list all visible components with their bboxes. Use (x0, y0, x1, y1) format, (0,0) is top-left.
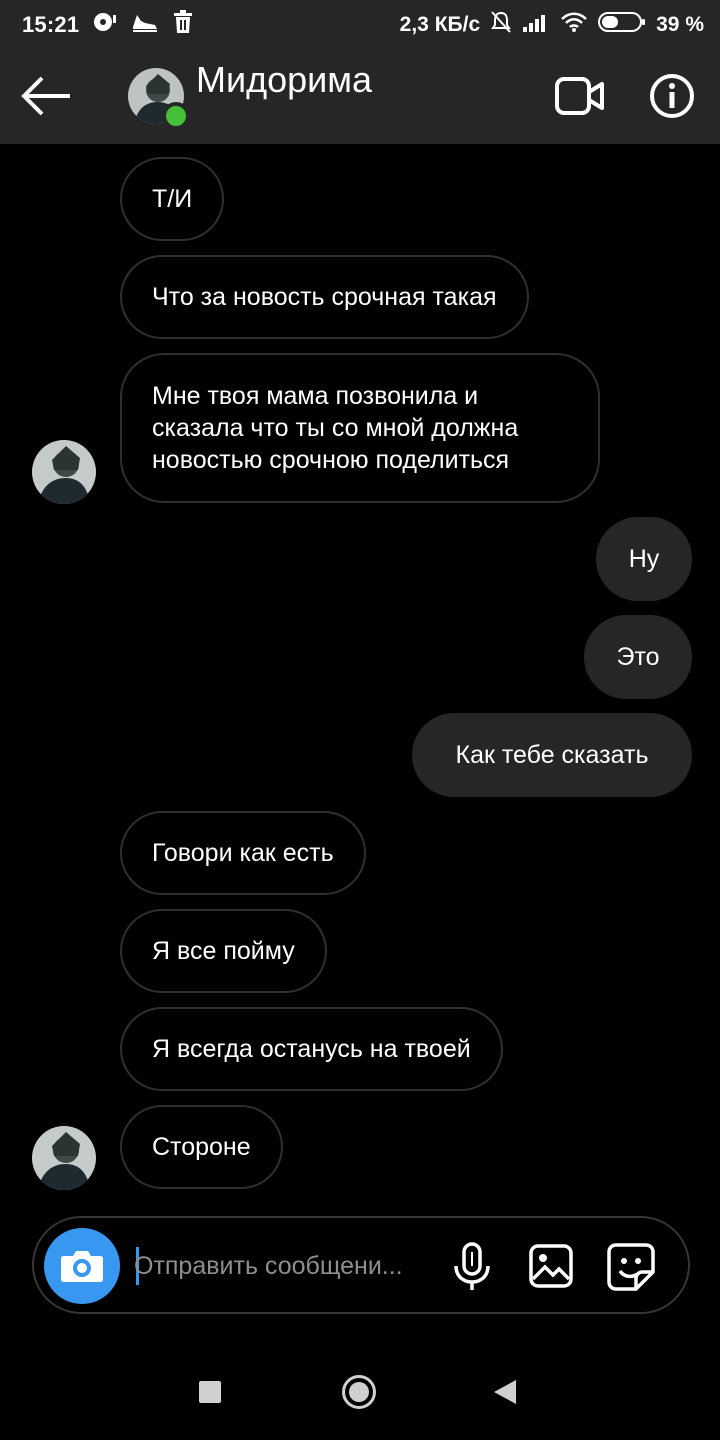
info-icon (650, 74, 694, 118)
message-text: Как тебе сказать (455, 741, 649, 769)
trash-icon (173, 10, 193, 39)
info-button[interactable] (648, 72, 696, 120)
sender-avatar[interactable] (32, 1126, 96, 1190)
sticker-icon (607, 1243, 655, 1291)
message-text: Что за новость срочная такая (152, 283, 497, 311)
online-status-dot (162, 102, 190, 130)
chat-header: Мидорима (0, 48, 720, 144)
message-sent[interactable]: Это (584, 615, 692, 699)
gallery-button[interactable] (528, 1243, 574, 1289)
message-text: Это (616, 643, 660, 671)
battery-icon (598, 11, 646, 38)
sender-avatar[interactable] (32, 440, 96, 504)
message-received[interactable]: Что за новость срочная такая (120, 255, 529, 339)
camera-icon (61, 1251, 103, 1282)
status-right: 2,3 КБ/с 39 % (400, 10, 704, 39)
battery-percent: 39 % (656, 12, 704, 36)
message-composer (32, 1216, 690, 1314)
message-line: сказала что ты со мной должна (152, 414, 519, 442)
camera-button[interactable] (44, 1228, 120, 1304)
mute-bell-icon (490, 10, 512, 39)
system-back-button[interactable] (494, 1380, 516, 1404)
message-received[interactable]: Стороне (120, 1105, 283, 1189)
back-button[interactable] (18, 70, 74, 122)
message-text: Стороне (152, 1133, 251, 1161)
message-line: Мне твоя мама позвонила и (152, 382, 479, 410)
status-bar: 15:21 2,3 КБ/с 39 % (0, 0, 720, 48)
shoe-icon (131, 11, 159, 38)
contact-name[interactable]: Мидорима (196, 60, 372, 100)
message-sent[interactable]: Ну (596, 517, 692, 601)
message-text: Я всегда останусь на твоей (152, 1035, 471, 1063)
message-text: Я все пойму (152, 937, 295, 965)
sticker-button[interactable] (606, 1242, 656, 1292)
video-call-icon (555, 77, 604, 115)
microphone-icon (454, 1242, 490, 1290)
home-button[interactable] (342, 1375, 376, 1409)
network-speed: 2,3 КБ/с (399, 12, 481, 36)
voice-message-button[interactable] (452, 1242, 492, 1292)
recent-apps-button[interactable] (199, 1381, 221, 1403)
message-text: Говори как есть (152, 839, 334, 867)
message-received[interactable]: Говори как есть (120, 811, 366, 895)
message-text: Мне твоя мама позвонила и сказала что ты… (152, 380, 518, 476)
message-received[interactable]: Мне твоя мама позвонила и сказала что ты… (120, 353, 600, 503)
gallery-icon (529, 1244, 573, 1288)
status-left: 15:21 (22, 10, 193, 39)
message-received[interactable]: Я все пойму (120, 909, 327, 993)
signal-icon (522, 11, 550, 38)
message-received[interactable]: Т/И (120, 157, 225, 241)
message-text: Т/И (152, 185, 193, 213)
status-time: 15:21 (22, 11, 80, 37)
message-text: Ну (628, 545, 660, 573)
message-input[interactable] (134, 1238, 434, 1294)
message-sent[interactable]: Как тебе сказать (412, 713, 692, 797)
media-icon (93, 11, 117, 38)
wifi-icon (560, 11, 588, 38)
back-arrow-icon (21, 76, 70, 116)
video-call-button[interactable] (554, 76, 606, 116)
message-line: новостью срочною поделиться (152, 446, 510, 474)
system-nav-bar (0, 1340, 720, 1440)
message-received[interactable]: Я всегда останусь на твоей (120, 1007, 503, 1091)
